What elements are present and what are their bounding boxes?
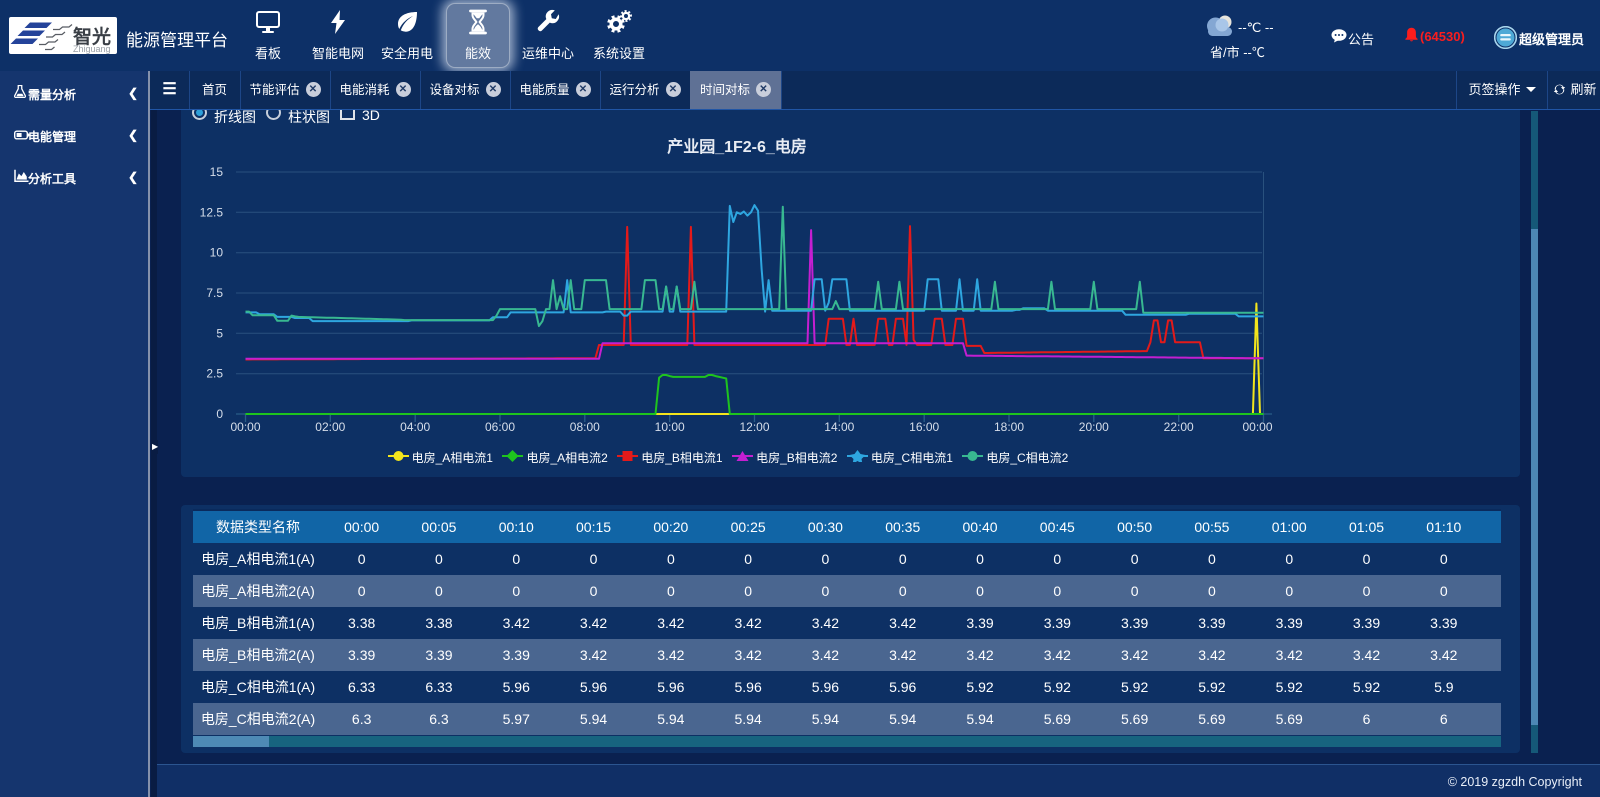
svg-text:7.5: 7.5: [206, 286, 223, 300]
svg-text:Zhiguang: Zhiguang: [73, 44, 111, 54]
svg-text:10: 10: [210, 246, 224, 260]
svg-text:00:00: 00:00: [230, 420, 260, 434]
svg-text:04:00: 04:00: [400, 420, 430, 434]
svg-text:10:00: 10:00: [655, 420, 685, 434]
svg-text:20:00: 20:00: [1079, 420, 1109, 434]
svg-text:15: 15: [210, 165, 224, 179]
svg-text:14:00: 14:00: [824, 420, 854, 434]
svg-text:00:00: 00:00: [1242, 420, 1272, 434]
svg-text:12.5: 12.5: [200, 205, 224, 219]
svg-text:16:00: 16:00: [909, 420, 939, 434]
svg-text:22:00: 22:00: [1164, 420, 1194, 434]
svg-text:0: 0: [216, 407, 223, 421]
svg-text:12:00: 12:00: [739, 420, 769, 434]
svg-text:06:00: 06:00: [485, 420, 515, 434]
svg-text:02:00: 02:00: [315, 420, 345, 434]
svg-text:08:00: 08:00: [570, 420, 600, 434]
svg-text:2.5: 2.5: [206, 367, 223, 381]
svg-text:5: 5: [216, 326, 223, 340]
svg-text:18:00: 18:00: [994, 420, 1024, 434]
